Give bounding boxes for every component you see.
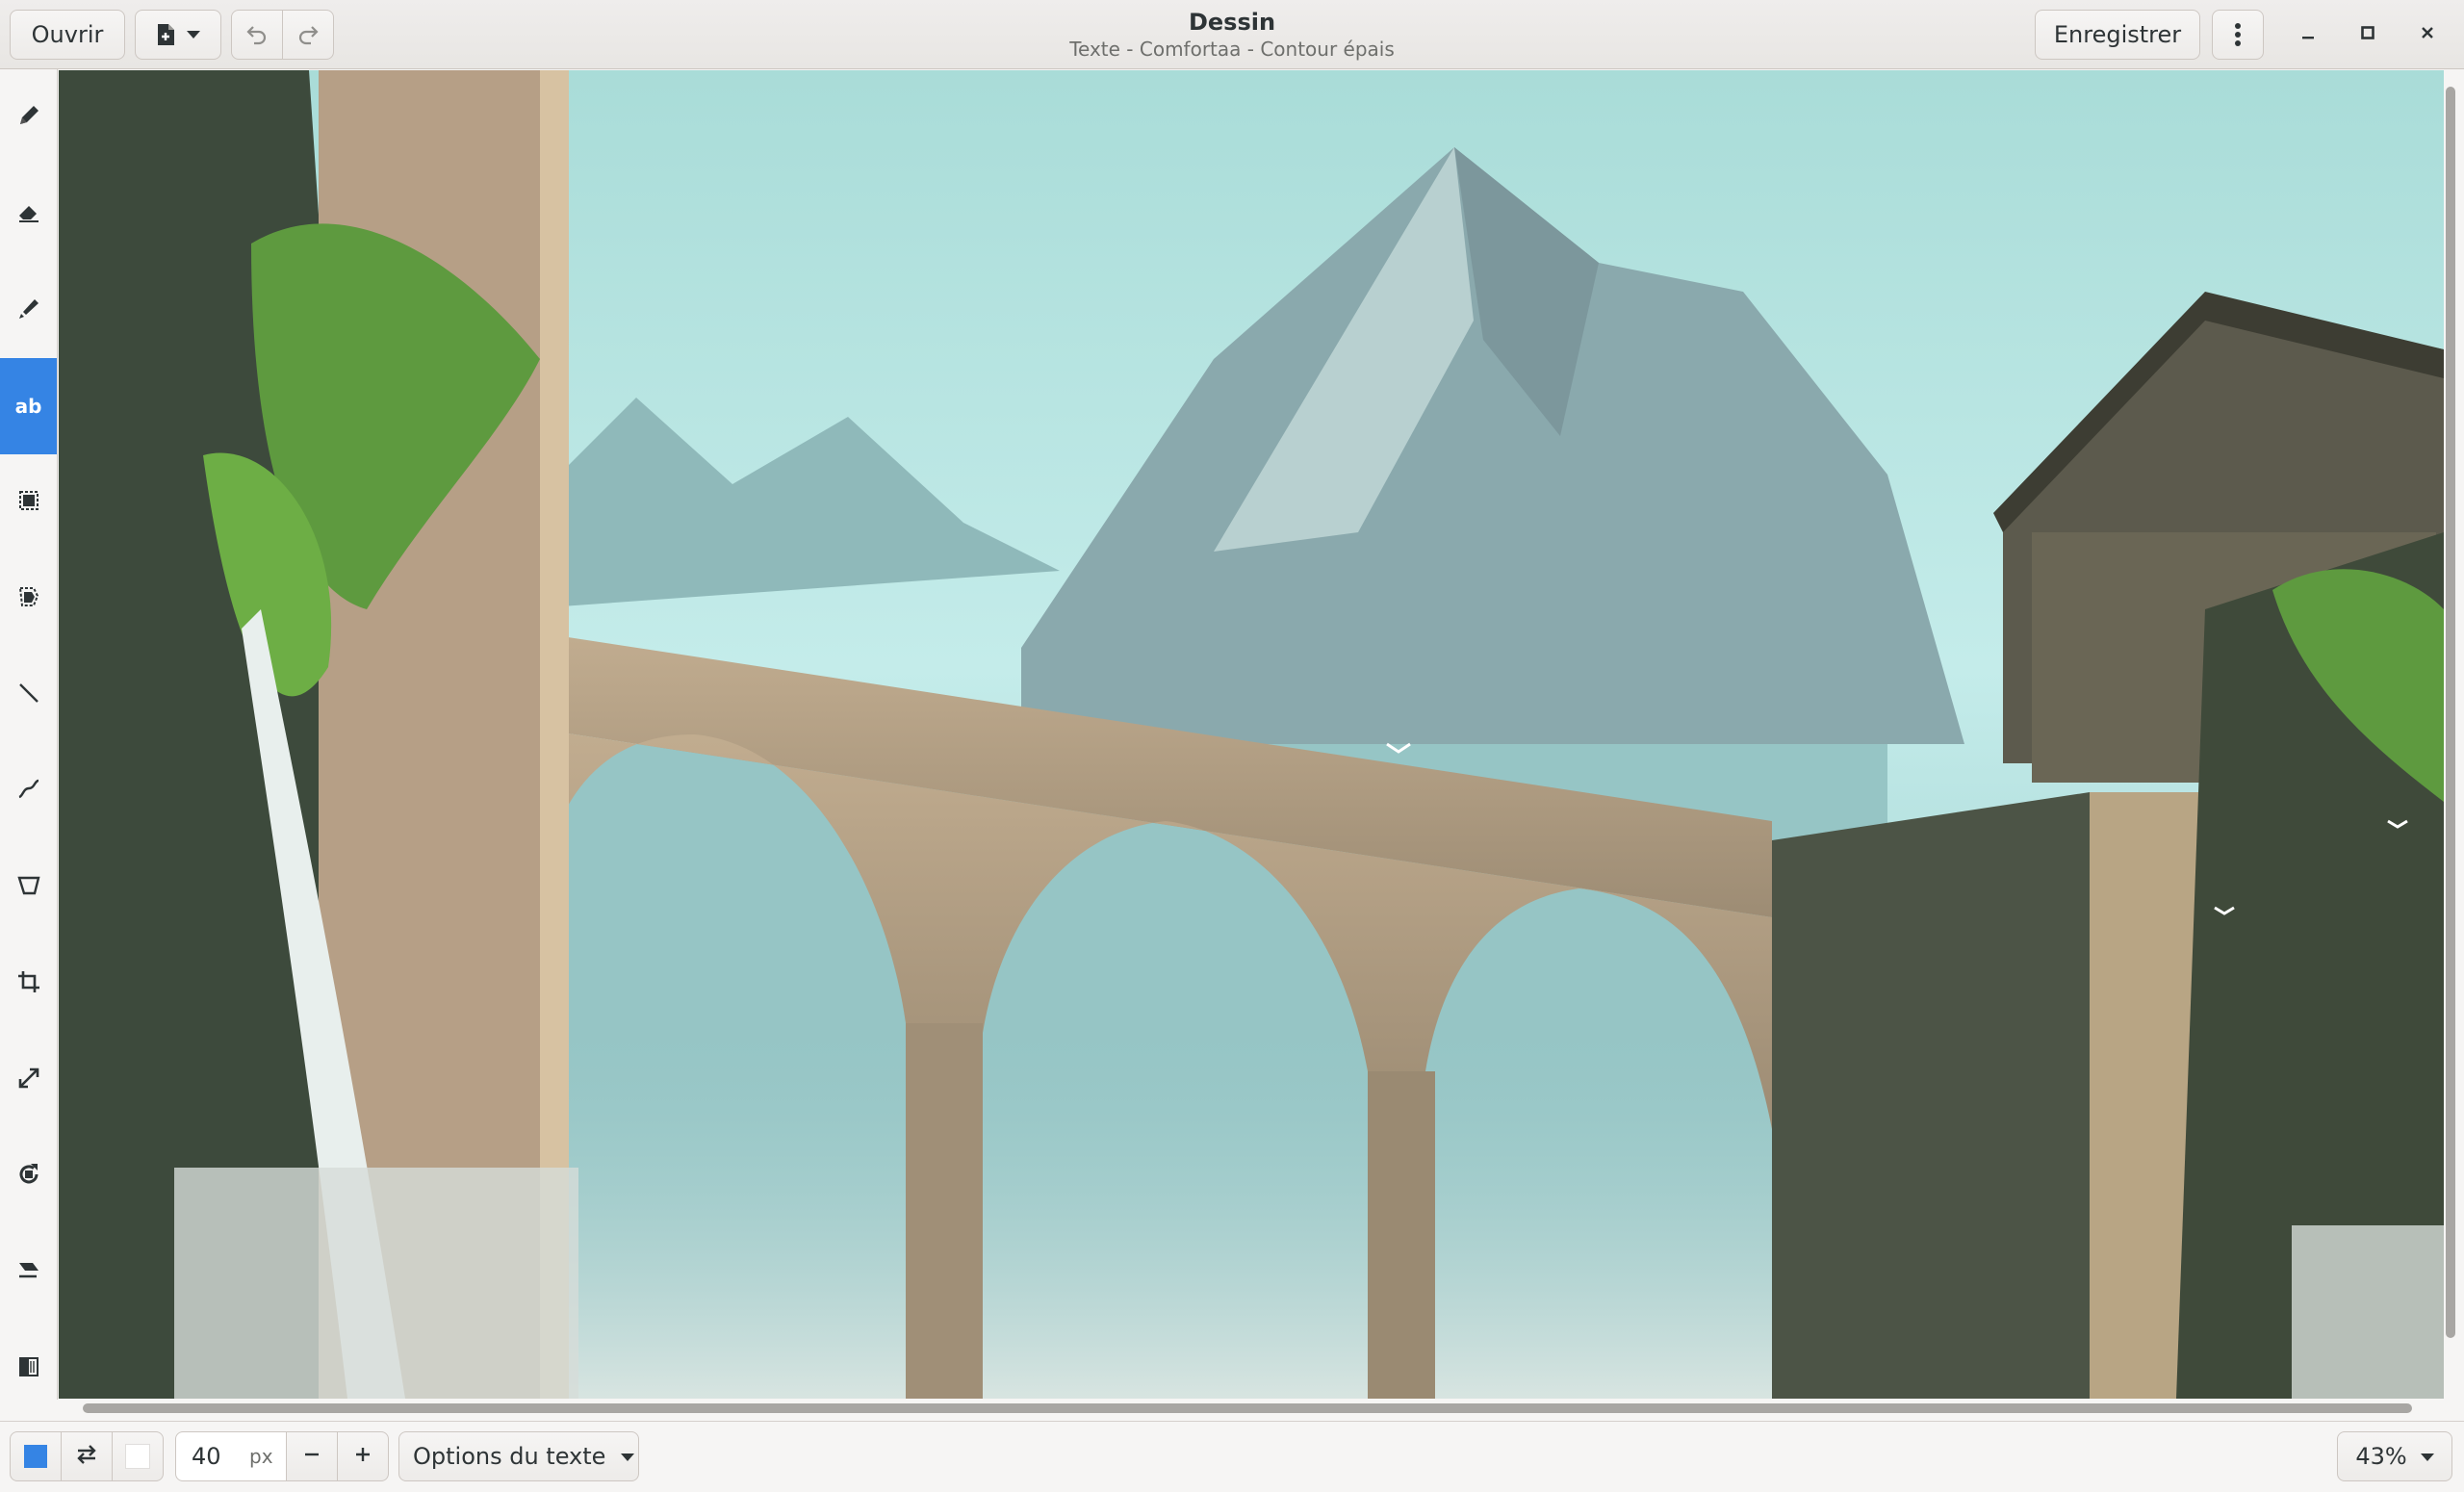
tools-sidebar: ab — [0, 69, 58, 1400]
redo-button[interactable] — [282, 10, 334, 60]
chevron-down-icon — [621, 1448, 635, 1466]
tool-eraser[interactable] — [0, 166, 57, 262]
drawing-canvas[interactable] — [59, 70, 2444, 1399]
tool-free-selection[interactable] — [0, 551, 57, 647]
tool-size-input[interactable]: 40 px — [175, 1431, 287, 1481]
minus-icon — [303, 1446, 321, 1467]
open-button[interactable]: Ouvrir — [10, 10, 125, 60]
text-tool-icon: ab — [14, 395, 42, 418]
new-image-menu-button[interactable] — [135, 10, 221, 60]
exchange-colors-button[interactable] — [61, 1431, 113, 1481]
scale-icon — [15, 1065, 42, 1095]
tool-size-value: 40 — [192, 1443, 221, 1470]
chevron-down-icon — [187, 30, 200, 39]
canvas-image — [59, 70, 2444, 1399]
horizontal-scrollbar[interactable] — [83, 1403, 2412, 1413]
minimize-icon — [2300, 25, 2316, 44]
text-options-menu-button[interactable]: Options du texte — [398, 1431, 639, 1481]
save-button-label: Enregistrer — [2053, 21, 2182, 48]
zoom-menu-button[interactable]: 43% — [2337, 1431, 2452, 1481]
free-select-icon — [15, 583, 42, 614]
shape-icon — [15, 872, 42, 903]
eraser-icon — [15, 198, 42, 229]
tool-filters[interactable] — [0, 1321, 57, 1417]
maximize-button[interactable] — [2343, 10, 2393, 60]
tool-line[interactable] — [0, 647, 57, 743]
zoom-level: 43% — [2355, 1443, 2407, 1470]
open-button-label: Ouvrir — [31, 21, 104, 48]
tool-crop[interactable] — [0, 936, 57, 1032]
tool-skew[interactable] — [0, 1224, 57, 1321]
chevron-down-icon — [2420, 1448, 2434, 1466]
undo-button[interactable] — [231, 10, 283, 60]
highlighter-icon — [15, 295, 42, 325]
rect-select-icon — [15, 487, 42, 518]
close-icon — [2420, 25, 2435, 44]
tool-shape[interactable] — [0, 839, 57, 936]
minimize-button[interactable] — [2283, 10, 2333, 60]
skew-icon — [15, 1257, 42, 1288]
tool-rect-selection[interactable] — [0, 454, 57, 551]
vertical-scrollbar[interactable] — [2446, 87, 2455, 1338]
tool-text[interactable]: ab — [0, 358, 57, 454]
tool-curve[interactable] — [0, 743, 57, 839]
window-title: Dessin — [1188, 9, 1276, 36]
main-color-button[interactable] — [10, 1431, 62, 1481]
crop-icon — [15, 968, 42, 999]
undo-icon — [245, 24, 269, 45]
main-menu-button[interactable] — [2212, 10, 2264, 60]
size-decrease-button[interactable] — [286, 1431, 338, 1481]
tool-size-unit: px — [249, 1445, 273, 1468]
redo-icon — [296, 24, 320, 45]
window-subtitle: Texte - Comfortaa - Contour épais — [1069, 38, 1395, 61]
bottom-options-bar: 40 px Options du texte 43% — [0, 1421, 2464, 1492]
line-icon — [15, 680, 42, 710]
text-options-label: Options du texte — [413, 1443, 606, 1470]
header-bar: Ouvrir Dessin Texte - Comfortaa - Contou… — [0, 0, 2464, 69]
tool-pencil[interactable] — [0, 69, 57, 166]
curve-icon — [15, 776, 42, 807]
primary-color-swatch — [24, 1445, 47, 1468]
tool-highlighter[interactable] — [0, 262, 57, 358]
plus-icon — [354, 1446, 372, 1467]
close-window-button[interactable] — [2402, 10, 2452, 60]
maximize-icon — [2360, 25, 2375, 44]
save-button[interactable]: Enregistrer — [2035, 10, 2200, 60]
window-title-area: Dessin Texte - Comfortaa - Contour épais — [962, 8, 1502, 62]
tool-rotate[interactable] — [0, 1128, 57, 1224]
pencil-icon — [15, 102, 42, 133]
filters-icon — [15, 1353, 42, 1384]
new-image-icon — [156, 23, 177, 46]
secondary-color-swatch — [125, 1444, 150, 1469]
rotate-icon — [15, 1161, 42, 1192]
secondary-color-button[interactable] — [112, 1431, 164, 1481]
size-increase-button[interactable] — [337, 1431, 389, 1481]
vertical-dots-icon — [2234, 22, 2242, 47]
swap-colors-icon — [74, 1443, 99, 1470]
tool-scale[interactable] — [0, 1032, 57, 1128]
